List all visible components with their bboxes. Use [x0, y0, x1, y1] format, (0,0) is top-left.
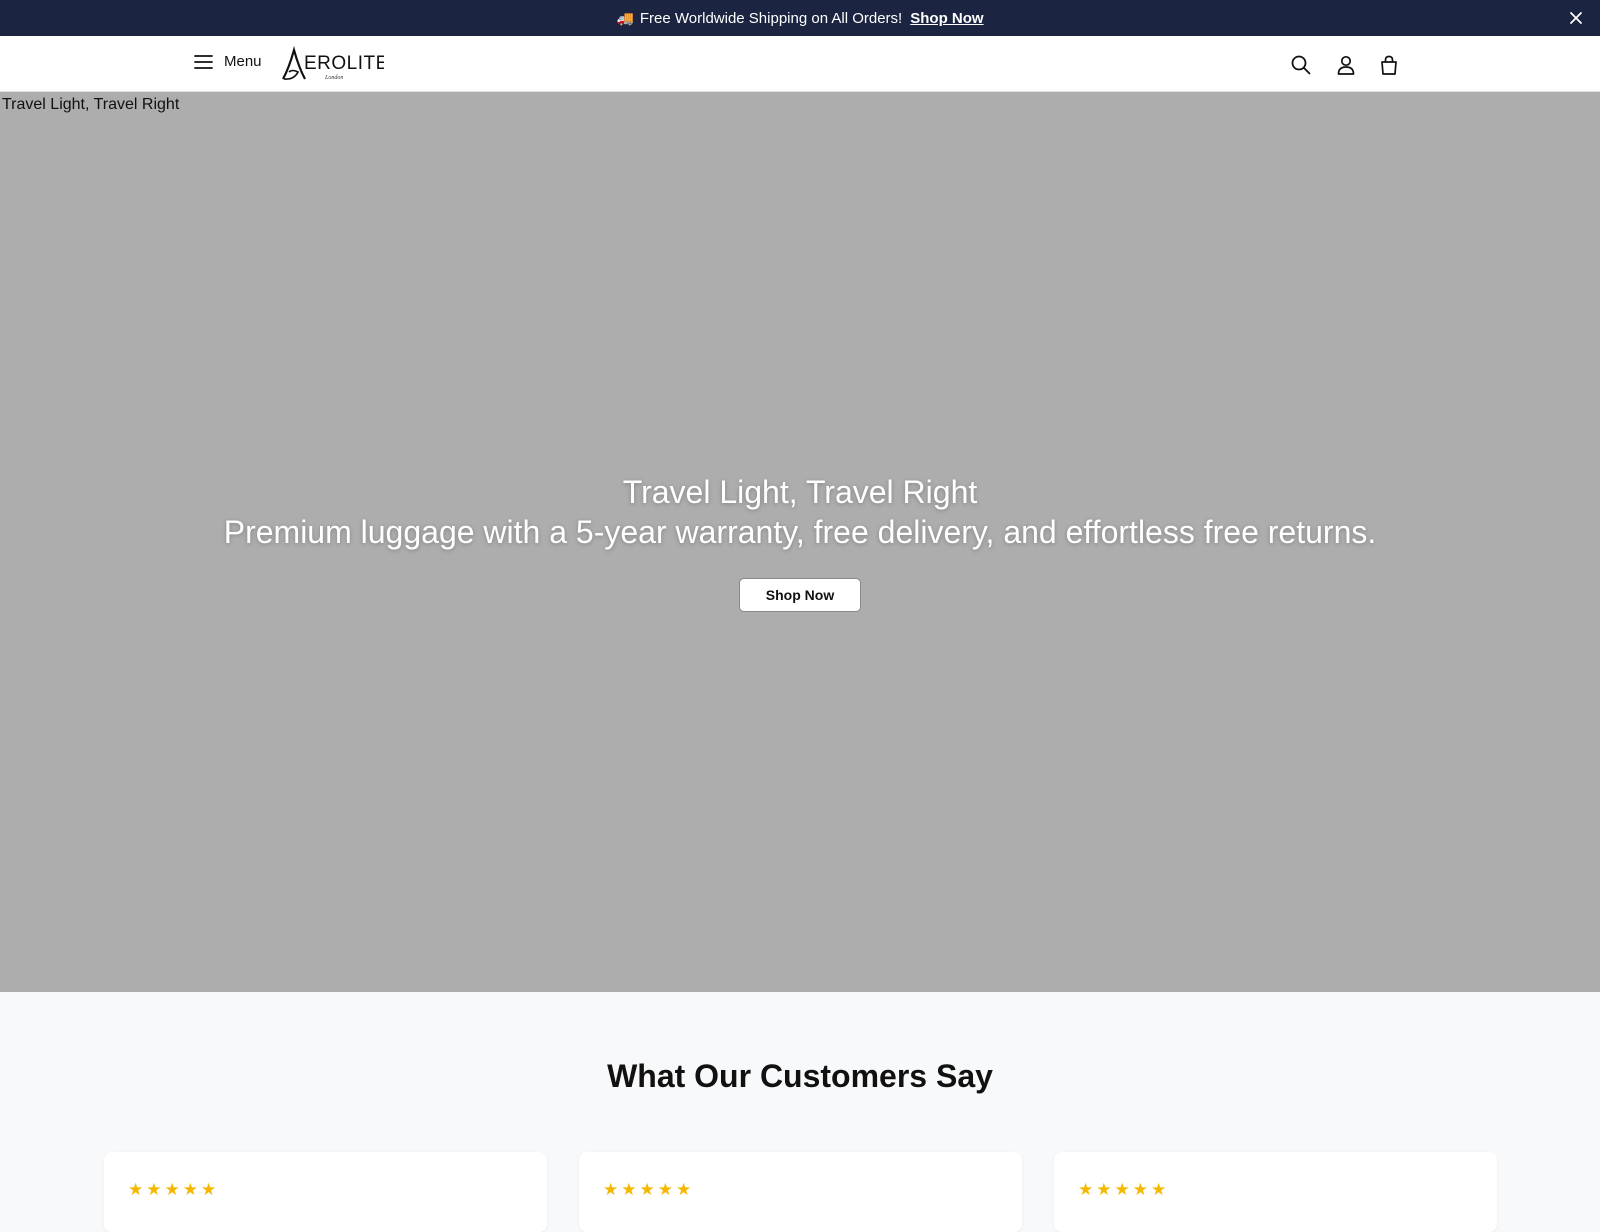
account-icon[interactable]	[1335, 54, 1357, 76]
review-card: ★★★★★	[579, 1152, 1022, 1232]
star-rating: ★★★★★	[603, 1180, 695, 1199]
hero-banner: Travel Light, Travel Right Travel Light,…	[0, 92, 1600, 992]
search-icon[interactable]	[1290, 54, 1312, 76]
aerolite-logo[interactable]: EROLITE London	[280, 46, 384, 82]
truck-icon: 🚚	[616, 9, 634, 26]
review-card: ★★★★★	[104, 1152, 547, 1232]
hero-shop-now-button[interactable]: Shop Now	[739, 578, 861, 612]
cart-icon[interactable]	[1378, 54, 1400, 76]
announcement-shop-now-link[interactable]: Shop Now	[910, 10, 983, 27]
review-card: ★★★★★	[1054, 1152, 1497, 1232]
menu-label: Menu	[224, 53, 262, 70]
svg-text:London: London	[324, 75, 343, 81]
menu-button[interactable]: Menu	[194, 53, 262, 70]
hero-title: Travel Light, Travel Right	[622, 474, 978, 510]
hero-image-alt: Travel Light, Travel Right	[0, 96, 179, 114]
star-rating: ★★★★★	[128, 1180, 220, 1199]
hero-image-alt-text: Travel Light, Travel Right	[2, 96, 180, 113]
star-rating: ★★★★★	[1078, 1180, 1170, 1199]
svg-text:EROLITE: EROLITE	[304, 53, 384, 74]
hamburger-icon	[194, 54, 213, 69]
announcement-bar: 🚚 Free Worldwide Shipping on All Orders!…	[0, 0, 1600, 36]
reviews-heading: What Our Customers Say	[607, 1058, 993, 1094]
site-header: Menu EROLITE London	[0, 36, 1600, 92]
announcement-text: Free Worldwide Shipping on All Orders!	[639, 9, 903, 27]
close-icon[interactable]	[1566, 8, 1586, 28]
hero-subtitle: Premium luggage with a 5-year warranty, …	[223, 514, 1377, 550]
